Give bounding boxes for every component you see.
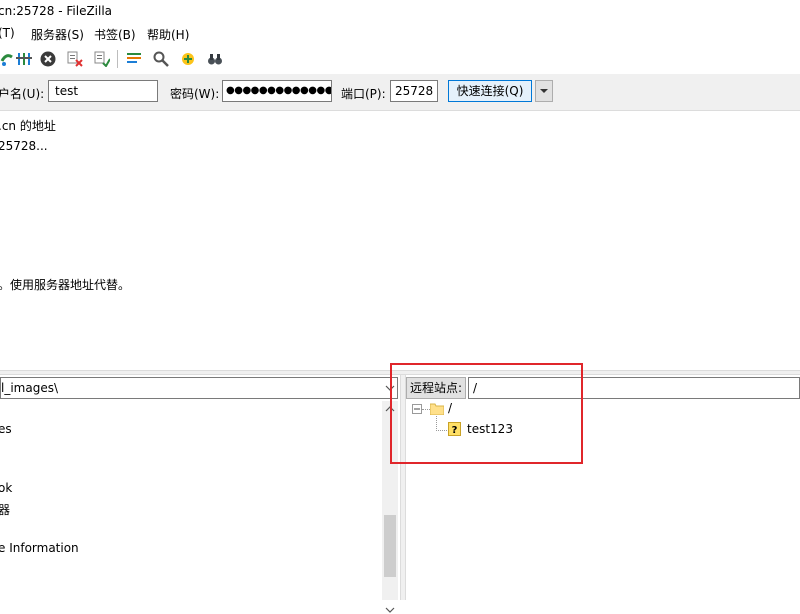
directory-listing-icon[interactable] (126, 51, 142, 67)
disconnect-icon[interactable] (67, 51, 83, 67)
username-label: 户名(U): (0, 87, 45, 101)
menu-item-server[interactable]: 服务器(S) (31, 26, 84, 43)
tree-item[interactable]: 器 (0, 501, 10, 518)
password-field[interactable]: ●●●●●●●●●●●●●● (222, 80, 332, 102)
log-line: .cn 的地址 (0, 119, 56, 133)
chevron-down-icon (540, 89, 548, 93)
password-label: 密码(W): (170, 87, 220, 101)
highlight-box (390, 363, 583, 464)
username-field[interactable]: test (48, 80, 158, 102)
log-line: 25728... (0, 139, 48, 153)
log-line: 。使用服务器地址代替。 (0, 278, 131, 292)
menu-item-help[interactable]: 帮助(H) (147, 26, 189, 43)
toolbar-separator (117, 50, 118, 68)
quickconnect-dropdown[interactable] (535, 80, 553, 102)
cancel-icon[interactable] (40, 51, 56, 67)
search-icon[interactable] (153, 51, 169, 67)
local-path-text: l_images\ (1, 381, 59, 395)
refresh-icon[interactable] (0, 51, 16, 67)
tree-item[interactable]: e Information (0, 541, 79, 555)
local-path-input[interactable]: l_images\ (0, 377, 398, 399)
reconnect-icon[interactable] (94, 51, 111, 68)
window-title: cn:25728 - FileZilla (0, 4, 113, 18)
port-label: 端口(P): (341, 87, 386, 101)
quickconnect-button[interactable]: 快速连接(Q) (448, 80, 532, 102)
scrollbar-thumb[interactable] (384, 515, 396, 577)
tree-item[interactable]: ok (0, 481, 12, 495)
scroll-down-icon[interactable] (385, 606, 395, 614)
toolbar (0, 44, 800, 75)
menu-item-transfer[interactable]: (T) (0, 26, 15, 40)
local-site-pane: l_images\ es ok 器 e Information (0, 375, 400, 613)
filter-icon[interactable] (16, 51, 32, 67)
tree-item[interactable]: es (0, 422, 12, 436)
compare-icon[interactable] (180, 51, 196, 67)
message-log: .cn 的地址 25728... 。使用服务器地址代替。 (0, 111, 800, 370)
menu-bar: (T) 服务器(S) 书签(B) 帮助(H) (0, 22, 800, 44)
quickconnect-bar: 户名(U): test 密码(W): ●●●●●●●●●●●●●● 端口(P):… (0, 74, 800, 111)
port-field[interactable]: 25728 (390, 80, 438, 102)
window-title-bar: cn:25728 - FileZilla (0, 0, 800, 22)
binoculars-icon[interactable] (207, 51, 223, 67)
menu-item-bookmarks[interactable]: 书签(B) (94, 26, 136, 43)
